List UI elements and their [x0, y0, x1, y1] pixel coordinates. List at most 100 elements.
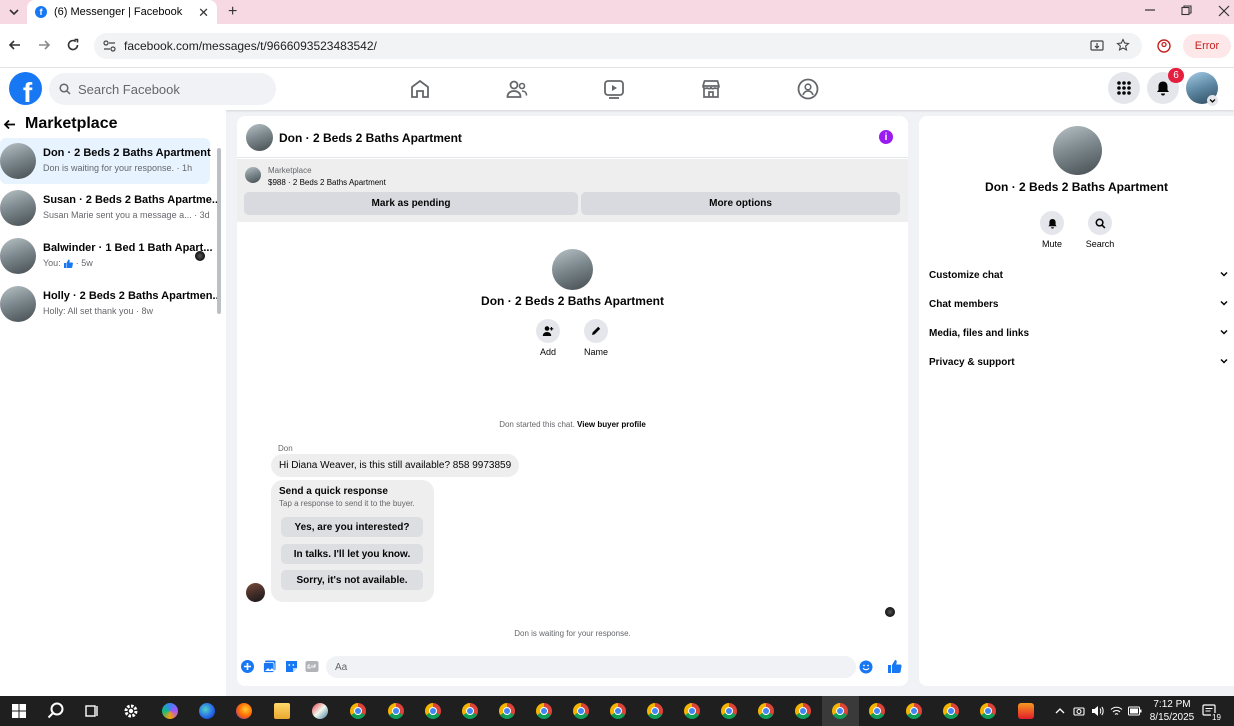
chrome-icon[interactable] — [684, 703, 700, 719]
java-app-icon[interactable] — [1018, 703, 1034, 719]
chrome-icon[interactable] — [980, 703, 996, 719]
privacy-support-row[interactable]: Privacy & support — [929, 352, 1229, 372]
chrome-icon[interactable] — [462, 703, 478, 719]
chrome-icon[interactable] — [536, 703, 552, 719]
customize-chat-row[interactable]: Customize chat — [929, 265, 1229, 285]
chrome-icon[interactable] — [795, 703, 811, 719]
photo-icon[interactable] — [263, 660, 276, 673]
plus-circle-icon[interactable] — [241, 660, 254, 673]
chrome-icon[interactable] — [758, 703, 774, 719]
section-label: Privacy & support — [929, 356, 1015, 368]
friends-icon[interactable] — [505, 77, 529, 101]
settings-gear-icon[interactable] — [123, 703, 139, 719]
chat-title[interactable]: Don · 2 Beds 2 Baths Apartment — [279, 131, 462, 145]
back-arrow-icon[interactable] — [3, 118, 16, 131]
reload-icon[interactable] — [66, 38, 80, 52]
info-icon[interactable]: i — [879, 130, 893, 144]
tab-close-icon[interactable]: ✕ — [198, 5, 209, 21]
edit-name-button[interactable] — [584, 319, 608, 343]
edge-browser-icon[interactable] — [199, 703, 215, 719]
profile-avatar[interactable] — [552, 249, 593, 290]
sticker-icon[interactable] — [285, 660, 298, 673]
close-window-icon[interactable] — [1218, 5, 1230, 17]
chrome-icon[interactable] — [388, 703, 404, 719]
chrome-icon[interactable] — [906, 703, 922, 719]
chrome-icon[interactable] — [647, 703, 663, 719]
chrome-icon[interactable] — [832, 703, 848, 719]
back-arrow-icon[interactable] — [8, 38, 22, 52]
menu-grid-button[interactable] — [1108, 72, 1140, 104]
chrome-icon[interactable] — [943, 703, 959, 719]
copilot-icon[interactable] — [162, 703, 178, 719]
message-composer-input[interactable]: Aa — [326, 656, 873, 678]
conversation-item[interactable]: Don · 2 Beds 2 Baths Apartment Don is wa… — [0, 138, 211, 184]
seen-receipt-avatar — [885, 607, 895, 617]
firefox-icon[interactable] — [236, 703, 252, 719]
new-tab-plus-icon[interactable]: + — [228, 3, 237, 21]
install-app-icon[interactable] — [1090, 39, 1104, 53]
quick-response-button[interactable]: Yes, are you interested? — [281, 517, 423, 537]
quick-response-card: Send a quick response Tap a response to … — [271, 480, 434, 602]
message-bubble[interactable]: Hi Diana Weaver, is this still available… — [271, 454, 520, 477]
app-icon[interactable] — [312, 703, 328, 719]
chrome-icon[interactable] — [869, 703, 885, 719]
forward-arrow-icon[interactable] — [37, 38, 51, 52]
listing-price-title[interactable]: $988 · 2 Beds 2 Baths Apartment — [268, 178, 386, 187]
tab-list-chevron-icon[interactable] — [8, 6, 20, 18]
bookmark-star-icon[interactable] — [1116, 38, 1130, 52]
home-icon[interactable] — [408, 77, 432, 101]
conversation-item[interactable]: Balwinder · 1 Bed 1 Bath Apart... You: ·… — [0, 233, 213, 279]
view-buyer-profile-link[interactable]: View buyer profile — [577, 420, 646, 429]
volume-icon[interactable] — [1091, 705, 1104, 717]
task-view-icon[interactable] — [85, 704, 99, 718]
search-in-chat-button[interactable] — [1088, 211, 1112, 235]
conversation-item[interactable]: Susan · 2 Beds 2 Baths Apartme... Susan … — [0, 185, 221, 231]
account-chevron-down-icon[interactable] — [1207, 95, 1218, 106]
mute-button[interactable] — [1040, 211, 1064, 235]
add-people-button[interactable] — [536, 319, 560, 343]
groups-icon[interactable] — [796, 77, 820, 101]
taskbar-search-icon[interactable] — [47, 702, 65, 720]
marketplace-icon[interactable] — [699, 77, 723, 101]
like-thumbs-up-icon[interactable] — [887, 659, 902, 674]
details-avatar[interactable] — [1053, 126, 1102, 175]
chat-members-row[interactable]: Chat members — [929, 294, 1229, 314]
inbox-scrollbar[interactable] — [217, 148, 221, 314]
minimize-window-icon[interactable] — [1144, 4, 1156, 16]
taskbar-time[interactable]: 7:12 PM — [1150, 699, 1194, 710]
chrome-icon[interactable] — [499, 703, 515, 719]
marketplace-listing-banner: Marketplace $988 · 2 Beds 2 Baths Apartm… — [237, 159, 908, 222]
browser-error-pill[interactable]: Error — [1183, 34, 1231, 58]
search-facebook-input[interactable]: Search Facebook — [49, 73, 276, 105]
file-explorer-icon[interactable] — [274, 703, 290, 719]
address-bar[interactable]: facebook.com/messages/t/9666093523483542… — [94, 33, 1142, 59]
restore-window-icon[interactable] — [1181, 5, 1192, 16]
chrome-icon[interactable] — [350, 703, 366, 719]
profile-icon[interactable] — [1157, 39, 1171, 53]
windows-start-icon[interactable] — [12, 704, 26, 718]
site-info-icon[interactable] — [103, 40, 116, 52]
chat-avatar[interactable] — [246, 124, 273, 151]
chrome-icon[interactable] — [425, 703, 441, 719]
chrome-icon[interactable] — [721, 703, 737, 719]
battery-icon[interactable] — [1128, 706, 1142, 716]
camera-icon[interactable] — [1073, 705, 1085, 717]
taskbar-date[interactable]: 8/15/2025 — [1146, 712, 1198, 723]
show-hidden-icons-chevron-icon[interactable] — [1055, 706, 1065, 716]
facebook-logo-icon[interactable]: f — [9, 72, 42, 105]
chrome-icon[interactable] — [610, 703, 626, 719]
sender-avatar[interactable] — [246, 583, 265, 602]
browser-tab-messenger[interactable]: f (6) Messenger | Facebook ✕ — [27, 0, 217, 24]
quick-response-button[interactable]: Sorry, it's not available. — [281, 570, 423, 590]
media-files-links-row[interactable]: Media, files and links — [929, 323, 1229, 343]
video-icon[interactable] — [602, 77, 626, 101]
listing-thumbnail[interactable] — [245, 167, 261, 183]
mark-as-pending-button[interactable]: Mark as pending — [244, 192, 578, 215]
more-options-button[interactable]: More options — [581, 192, 900, 215]
chrome-icon[interactable] — [573, 703, 589, 719]
quick-response-button[interactable]: In talks. I'll let you know. — [281, 544, 423, 564]
conversation-item[interactable]: Holly · 2 Beds 2 Baths Apartmen... Holly… — [0, 281, 222, 327]
wifi-icon[interactable] — [1110, 705, 1123, 717]
emoji-icon[interactable] — [859, 660, 873, 674]
gif-icon[interactable] — [305, 660, 319, 673]
